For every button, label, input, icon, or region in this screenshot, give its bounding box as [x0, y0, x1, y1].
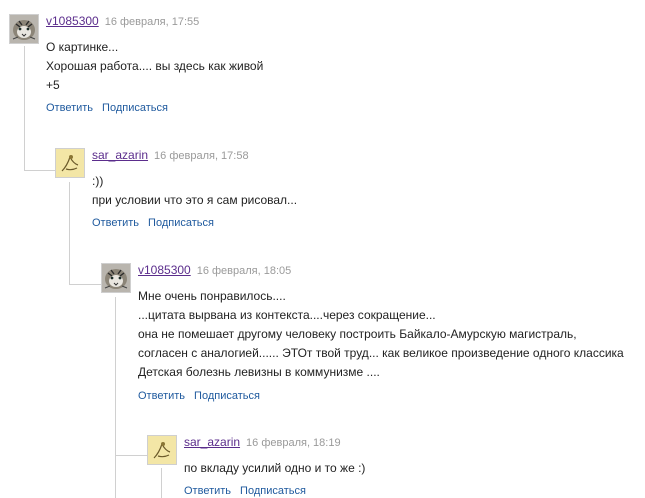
thread-line: [69, 182, 70, 284]
tiger-avatar-icon: [10, 15, 38, 43]
thread-line: [24, 170, 55, 171]
sketch-avatar-icon: [148, 436, 176, 464]
comment-text: О картинке... Хорошая работа.... вы здес…: [46, 38, 263, 95]
author-link[interactable]: v1085300: [138, 263, 191, 277]
thread-line: [115, 455, 147, 456]
comment-date: 16 февраля, 18:05: [196, 265, 292, 277]
comment-date: 16 февраля, 18:19: [246, 437, 341, 449]
subscribe-link[interactable]: Подписаться: [102, 102, 168, 114]
avatar[interactable]: [9, 14, 39, 44]
comment-line: О картинке...: [46, 40, 119, 54]
comment-line: Детская болезнь левизны в коммунизме ...…: [138, 365, 380, 379]
reply-link[interactable]: Ответить: [92, 217, 139, 229]
comment-line: ...цитата вырвана из контекста....через …: [138, 308, 436, 322]
comment-line: она не помешает другому человеку построи…: [138, 327, 577, 341]
comment-text: по вкладу усилий одно и то же :): [184, 459, 365, 478]
comment-date: 16 февраля, 17:55: [104, 16, 200, 28]
reply-link[interactable]: Ответить: [46, 102, 93, 114]
comment-line: Мне очень понравилось....: [138, 289, 286, 303]
comment-line: при условии что это я сам рисовал...: [92, 193, 298, 207]
comment-date: 16 февраля, 17:58: [154, 150, 249, 162]
author-link[interactable]: sar_azarin: [92, 148, 148, 162]
author-link[interactable]: sar_azarin: [184, 435, 240, 449]
thread-line: [69, 284, 101, 285]
comment-text: :)) при условии что это я сам рисовал...: [92, 172, 297, 210]
comment-line: :)): [92, 174, 104, 188]
author-link[interactable]: v1085300: [46, 14, 99, 28]
comment-line: согласен с аналогией...... ЭТОт твой тру…: [138, 346, 624, 360]
reply-link[interactable]: Ответить: [138, 390, 185, 402]
avatar[interactable]: [55, 148, 85, 178]
comment-line: по вкладу усилий одно и то же :): [184, 461, 366, 475]
sketch-avatar-icon: [56, 149, 84, 177]
comment-line: Хорошая работа.... вы здесь как живой: [46, 59, 264, 73]
subscribe-link[interactable]: Подписаться: [194, 390, 260, 402]
thread-line: [115, 297, 116, 498]
thread-line: [24, 46, 25, 170]
avatar[interactable]: [101, 263, 131, 293]
reply-link[interactable]: Ответить: [184, 485, 231, 497]
avatar[interactable]: [147, 435, 177, 465]
tiger-avatar-icon: [102, 264, 130, 292]
subscribe-link[interactable]: Подписаться: [240, 485, 306, 497]
thread-line: [161, 468, 162, 498]
subscribe-link[interactable]: Подписаться: [148, 217, 214, 229]
comment-line: +5: [46, 78, 60, 92]
comment-text: Мне очень понравилось.... ...цитата вырв…: [138, 287, 624, 382]
